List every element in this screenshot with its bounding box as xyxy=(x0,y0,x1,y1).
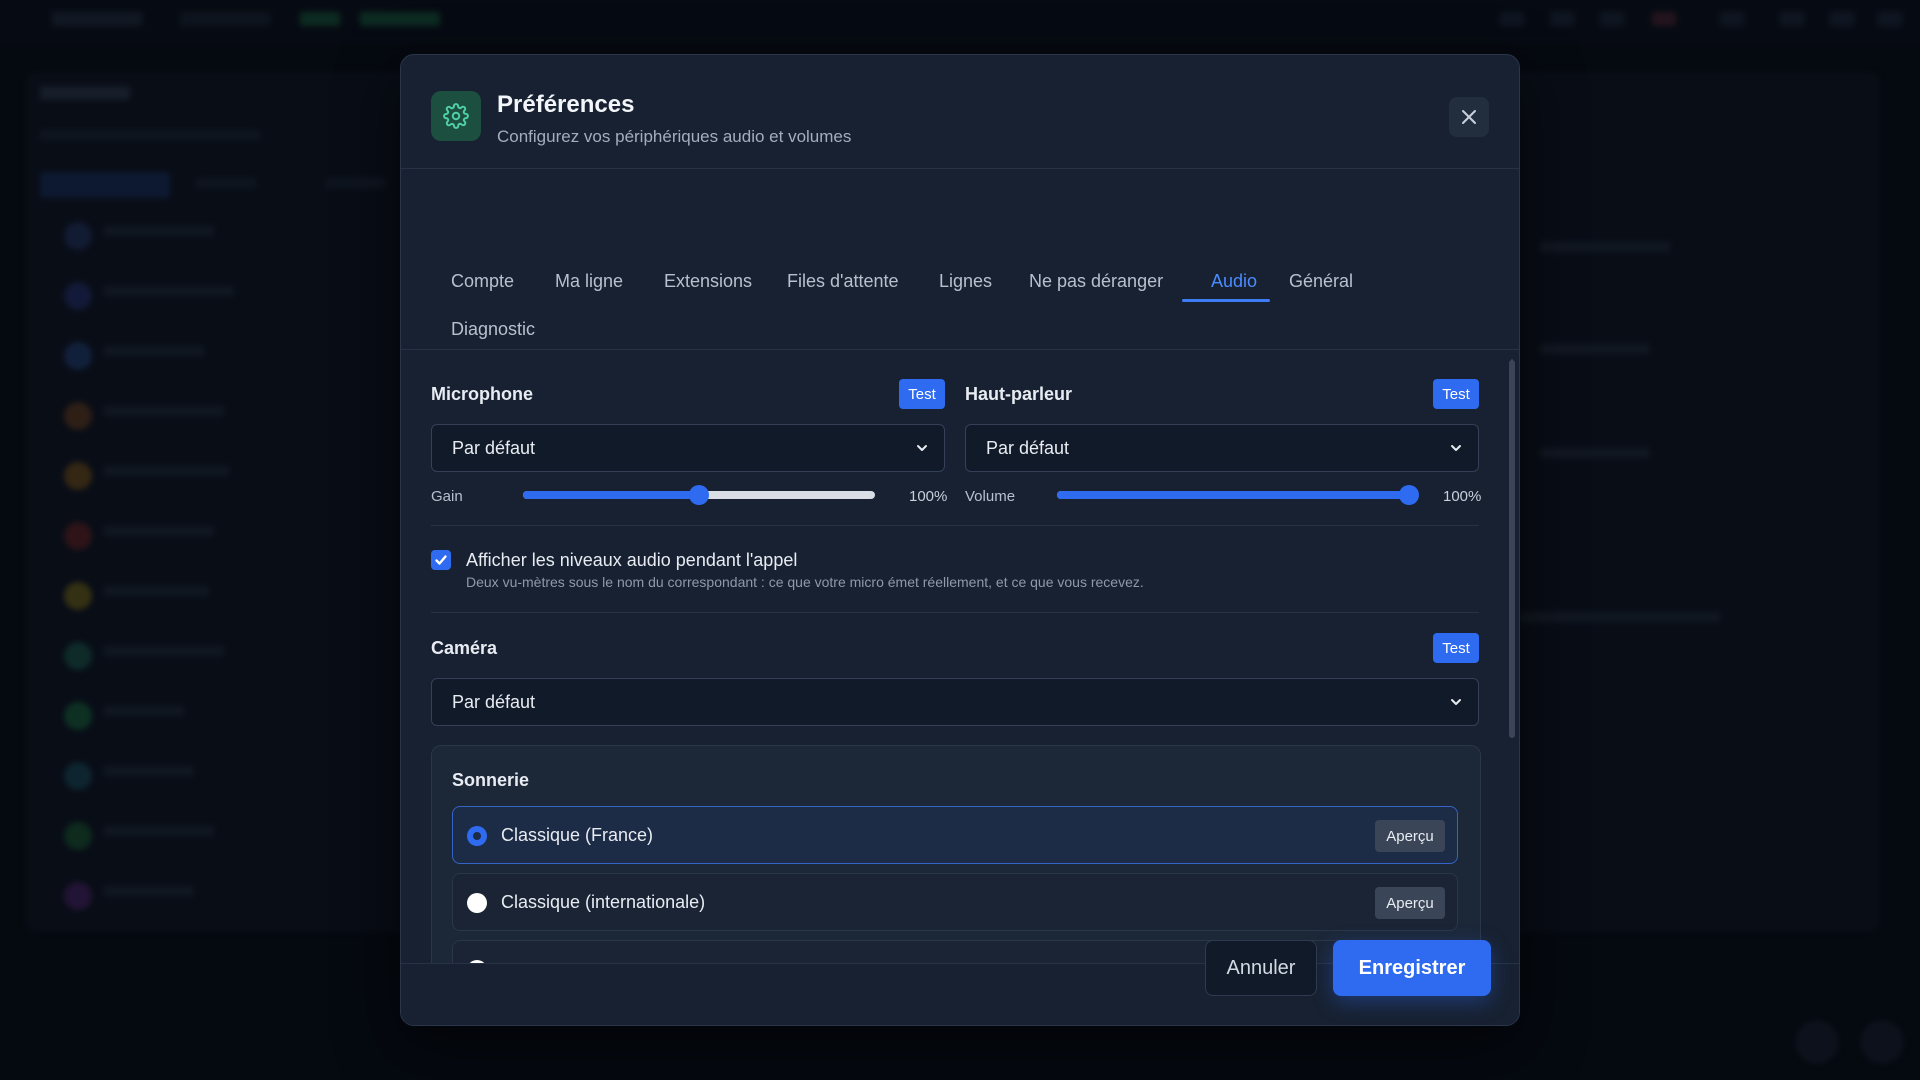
ringtone-option-classique-france[interactable]: Classique (France) Aperçu xyxy=(452,806,1458,864)
content-scrollbar[interactable] xyxy=(1509,360,1515,738)
camera-select[interactable]: Par défaut xyxy=(431,678,1479,726)
ringtone-section: Sonnerie Classique (France) Aperçu Class… xyxy=(431,745,1481,965)
speaker-select[interactable]: Par défaut xyxy=(965,424,1479,472)
preview-button[interactable]: Aperçu xyxy=(1375,887,1445,919)
audio-levels-description: Deux vu-mètres sous le nom du correspond… xyxy=(466,574,1144,590)
tab-files-attente[interactable]: Files d'attente xyxy=(777,263,909,300)
save-button[interactable]: Enregistrer xyxy=(1333,940,1491,996)
tab-lignes[interactable]: Lignes xyxy=(929,263,1002,300)
dialog-header: Préférences Configurez vos périphériques… xyxy=(401,55,1519,169)
radio-unselected[interactable] xyxy=(467,893,487,913)
speaker-select-value: Par défaut xyxy=(986,437,1070,458)
ringtone-title: Sonnerie xyxy=(452,770,530,790)
speaker-label: Haut-parleur xyxy=(965,384,1073,404)
tab-compte[interactable]: Compte xyxy=(441,263,524,300)
preferences-tabs: Compte Ma ligne Extensions Files d'atten… xyxy=(431,169,1491,349)
volume-label: Volume xyxy=(965,488,1016,505)
speaker-test-button[interactable]: Test xyxy=(1433,379,1479,409)
audio-levels-label[interactable]: Afficher les niveaux audio pendant l'app… xyxy=(466,550,797,571)
tab-diagnostic[interactable]: Diagnostic xyxy=(441,311,545,348)
tab-extensions[interactable]: Extensions xyxy=(654,263,762,300)
chevron-down-icon xyxy=(1451,699,1461,705)
active-tab-indicator xyxy=(1182,299,1270,302)
dialog-title: Préférences xyxy=(497,91,635,118)
gear-icon xyxy=(431,91,481,141)
microphone-select[interactable]: Par défaut xyxy=(431,424,945,472)
camera-select-value: Par défaut xyxy=(452,691,536,712)
close-icon xyxy=(1462,110,1476,124)
volume-slider-fill xyxy=(1057,491,1409,499)
volume-slider[interactable] xyxy=(1057,485,1419,505)
ringtone-option-label: Classique (internationale) xyxy=(501,892,706,912)
microphone-label: Microphone xyxy=(431,384,533,404)
gain-slider-thumb[interactable] xyxy=(689,485,709,505)
close-button[interactable] xyxy=(1449,97,1489,137)
gain-slider-fill xyxy=(523,491,699,499)
preview-button[interactable]: Aperçu xyxy=(1375,820,1445,852)
microphone-test-button[interactable]: Test xyxy=(899,379,945,409)
microphone-select-value: Par défaut xyxy=(452,437,536,458)
tab-audio[interactable]: Audio xyxy=(1201,263,1267,300)
cancel-button[interactable]: Annuler xyxy=(1205,940,1317,996)
volume-slider-thumb[interactable] xyxy=(1399,485,1419,505)
tab-ne-pas-deranger[interactable]: Ne pas déranger xyxy=(1019,263,1173,300)
divider xyxy=(431,525,1479,526)
volume-value: 100% xyxy=(1443,488,1481,505)
camera-label: Caméra xyxy=(431,638,498,658)
gain-slider[interactable] xyxy=(523,485,875,505)
scroll-up-arrow[interactable] xyxy=(1509,351,1515,363)
audio-levels-checkbox[interactable] xyxy=(431,550,451,570)
preferences-dialog: Préférences Configurez vos périphériques… xyxy=(400,54,1520,1026)
camera-test-button[interactable]: Test xyxy=(1433,633,1479,663)
tab-general[interactable]: Général xyxy=(1279,263,1363,300)
dialog-subtitle: Configurez vos périphériques audio et vo… xyxy=(497,127,852,146)
audio-settings-panel: Microphone Test Par défaut Gain 100% Hau… xyxy=(431,350,1481,965)
chevron-down-icon xyxy=(917,445,927,451)
gain-value: 100% xyxy=(909,488,948,505)
checkmark-icon xyxy=(435,555,447,565)
radio-selected[interactable] xyxy=(467,826,487,846)
ringtone-option-classique-internationale[interactable]: Classique (internationale) Aperçu xyxy=(452,873,1458,931)
ringtone-option-label: Classique (France) xyxy=(501,825,654,845)
chevron-down-icon xyxy=(1451,445,1461,451)
gain-label: Gain xyxy=(431,488,463,505)
divider xyxy=(431,612,1479,613)
tab-ma-ligne[interactable]: Ma ligne xyxy=(545,263,633,300)
